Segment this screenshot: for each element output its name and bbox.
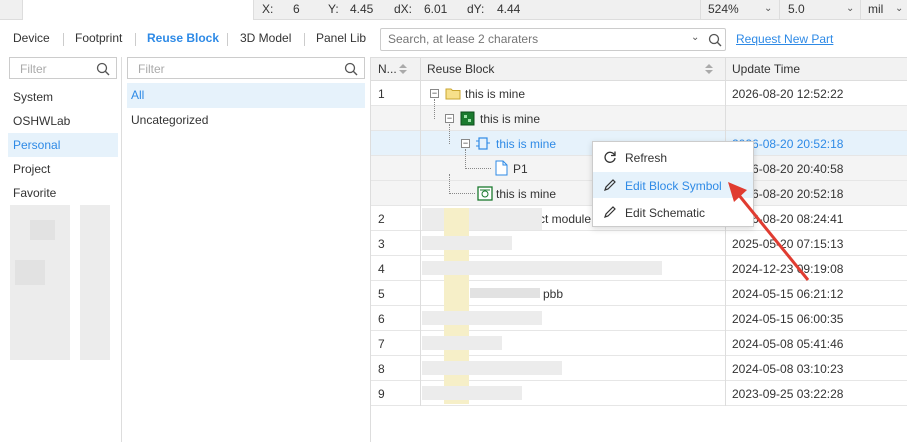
chevron-down-icon[interactable]: ⌄: [846, 3, 854, 14]
tab-footprint[interactable]: Footprint: [75, 31, 122, 45]
block-name: this is mine: [496, 187, 557, 201]
tab-3d-model[interactable]: 3D Model: [240, 31, 291, 45]
annotation-arrow: [728, 182, 810, 281]
zoom-select[interactable]: 524%: [708, 2, 739, 16]
symbol-icon: [476, 137, 490, 150]
search-icon[interactable]: [96, 62, 110, 76]
block-name: this is mine: [465, 87, 526, 101]
blurred-content: [422, 236, 512, 250]
row-number: 5: [378, 287, 385, 301]
blurred-content: [422, 361, 562, 375]
row-number: 7: [378, 337, 385, 351]
filter-placeholder: Filter: [138, 62, 165, 76]
update-time: 2026-08-20 12:52:22: [732, 87, 844, 101]
update-time: 2024-05-08 03:10:23: [732, 362, 844, 376]
sort-icon[interactable]: [704, 63, 714, 75]
request-new-part-link[interactable]: Request New Part: [736, 32, 833, 46]
category-item-personal[interactable]: Personal: [8, 133, 118, 157]
page-icon: [495, 160, 508, 176]
blurred-content: [422, 261, 662, 275]
column-header-no[interactable]: N...: [378, 62, 397, 76]
refresh-icon: [604, 151, 616, 163]
table-row[interactable]: − this is mine: [371, 99, 907, 131]
y-label: Y:: [328, 2, 339, 16]
dx-value: 6.01: [424, 2, 448, 16]
collapse-toggle[interactable]: −: [430, 89, 439, 98]
row-number: 8: [378, 362, 385, 376]
subcategory-filter[interactable]: Filter: [127, 57, 365, 79]
search-icon[interactable]: [708, 33, 722, 47]
search-icon[interactable]: [344, 62, 358, 76]
blurred-content: [422, 208, 542, 230]
part-search[interactable]: ⌄: [380, 28, 726, 51]
blurred-content: [15, 260, 45, 285]
collapse-toggle[interactable]: −: [445, 114, 454, 123]
tab-device[interactable]: Device: [13, 31, 50, 45]
row-number: 1: [378, 87, 385, 101]
table-row[interactable]: 1 − this is mine 2026-08-20 12:52:22: [371, 81, 907, 106]
column-header-reuse-block[interactable]: Reuse Block: [427, 62, 494, 76]
tab-reuse-block[interactable]: Reuse Block: [147, 31, 219, 45]
chevron-down-icon[interactable]: ⌄: [895, 3, 903, 14]
column-header-update-time[interactable]: Update Time: [732, 62, 800, 76]
folder-icon: [445, 88, 461, 100]
y-value: 4.45: [350, 2, 374, 16]
category-item-project[interactable]: Project: [8, 157, 118, 181]
block-name: this is mine: [496, 137, 557, 151]
menu-label: Edit Schematic: [625, 206, 706, 220]
menu-label: Edit Block Symbol: [625, 179, 722, 193]
filter-placeholder: Filter: [20, 62, 47, 76]
row-number: 3: [378, 237, 385, 251]
subcategory-list: All Uncategorized: [127, 83, 365, 133]
subcategory-item-uncategorized[interactable]: Uncategorized: [127, 108, 365, 133]
update-time: 2023-09-25 03:22:28: [732, 387, 844, 401]
dy-value: 4.44: [497, 2, 521, 16]
category-item-system[interactable]: System: [8, 85, 118, 109]
page-name: P1: [513, 162, 528, 176]
blurred-content: [470, 288, 540, 298]
category-item-oshwlab[interactable]: OSHWLab: [8, 109, 118, 133]
status-bar: X: 6 Y: 4.45 dX: 6.01 dY: 4.44 524% ⌄ 5.…: [0, 0, 907, 20]
pencil-icon: [604, 179, 616, 191]
grid-select[interactable]: 5.0: [788, 2, 805, 16]
pencil-icon: [604, 206, 616, 218]
blurred-content: [422, 311, 542, 325]
category-list: System OSHWLab Personal Project Favorite: [8, 85, 118, 205]
schematic-icon: [477, 186, 493, 201]
search-input[interactable]: [388, 32, 678, 46]
x-label: X:: [262, 2, 274, 16]
subcategory-item-all[interactable]: All: [127, 83, 365, 108]
x-value: 6: [293, 2, 300, 16]
blurred-content: [80, 205, 110, 360]
category-item-favorite[interactable]: Favorite: [8, 181, 118, 205]
chevron-down-icon[interactable]: ⌄: [764, 3, 772, 14]
chevron-down-icon[interactable]: ⌄: [691, 32, 699, 43]
unit-select[interactable]: mil: [868, 2, 883, 16]
board-icon: [460, 111, 475, 126]
blurred-content: [422, 336, 502, 350]
block-name: ct module: [539, 212, 592, 226]
row-number: 9: [378, 387, 385, 401]
row-number: 6: [378, 312, 385, 326]
update-time: 2024-05-08 05:41:46: [732, 337, 844, 351]
blurred-content: [30, 220, 55, 240]
row-number: 2: [378, 212, 385, 226]
menu-label: Refresh: [625, 151, 668, 165]
table-header: N... Reuse Block Update Time: [371, 57, 907, 82]
blurred-content: [422, 386, 522, 400]
row-number: 4: [378, 262, 385, 276]
dy-label: dY:: [467, 2, 485, 16]
update-time: 2024-05-15 06:00:35: [732, 312, 844, 326]
block-name: pbb: [543, 287, 564, 301]
dx-label: dX:: [394, 2, 413, 16]
tab-panel-lib[interactable]: Panel Lib: [316, 31, 366, 45]
sort-icon[interactable]: [398, 63, 408, 75]
block-name: this is mine: [480, 112, 541, 126]
category-filter[interactable]: Filter: [9, 57, 117, 79]
status-input-area[interactable]: [22, 0, 254, 20]
collapse-toggle[interactable]: −: [461, 139, 470, 148]
menu-item-refresh[interactable]: Refresh: [593, 144, 753, 170]
